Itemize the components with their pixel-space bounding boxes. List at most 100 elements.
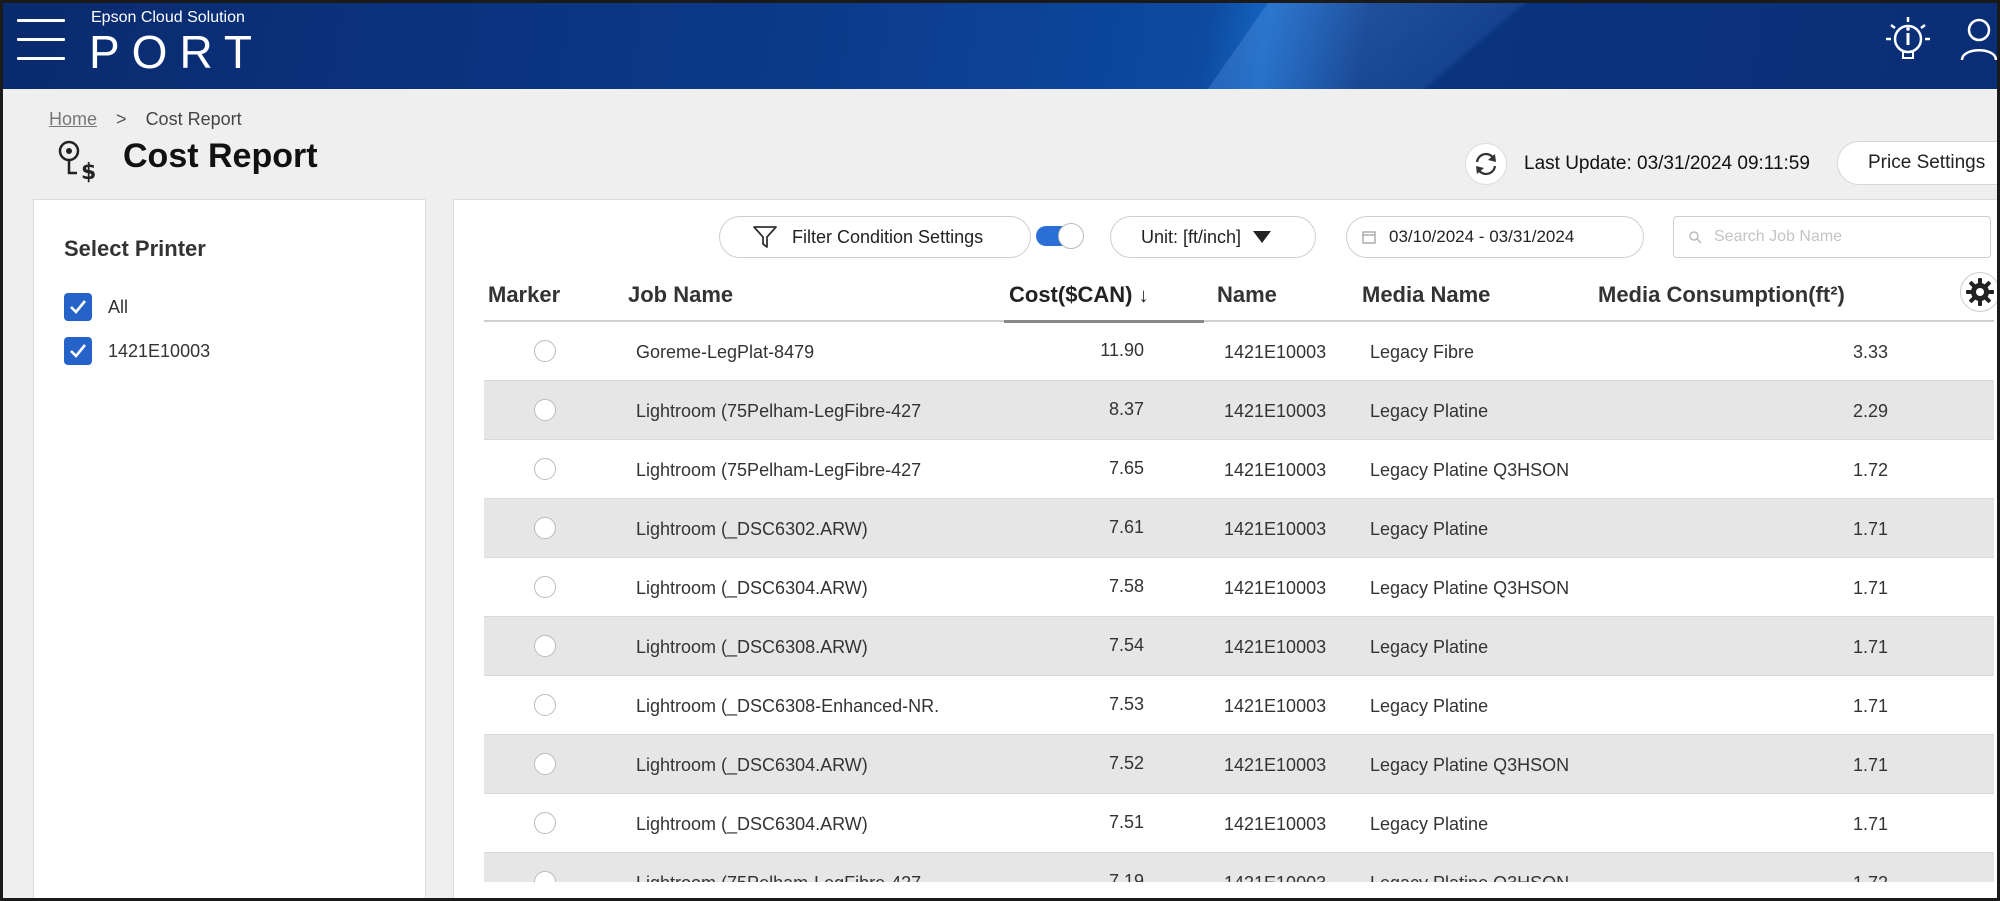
search-icon: [1689, 231, 1702, 244]
checkbox-checked-icon: [64, 293, 92, 321]
cell-media-name: Legacy Platine: [1370, 696, 1489, 716]
cell-cost: 7.52: [1108, 753, 1144, 773]
cell-job-name: Lightroom (_DSC6302.ARW): [636, 519, 868, 539]
cell-job-name: Goreme-LegPlat-8479: [636, 342, 815, 362]
cell-media-name: Legacy Fibre: [1370, 342, 1475, 362]
cell-job-name: Lightroom (_DSC6304.ARW): [636, 814, 868, 834]
cell-media-name: Legacy Platine: [1370, 401, 1489, 421]
user-icon[interactable]: [1959, 17, 1997, 65]
select-printer-panel: Select Printer All 1421E10003: [33, 199, 426, 898]
marker-radio[interactable]: [534, 694, 556, 716]
column-header-media-consumption[interactable]: Media Consumption(ft²): [1598, 282, 1845, 308]
table-row[interactable]: Lightroom (_DSC6308.ARW) 7.54 1421E10003…: [484, 617, 1994, 676]
cell-job-name: Lightroom (_DSC6308.ARW): [636, 637, 868, 657]
filter-condition-settings-button[interactable]: Filter Condition Settings: [719, 216, 1031, 258]
marker-radio[interactable]: [534, 871, 556, 882]
cell-media-consumption: 1.71: [1852, 519, 1888, 539]
sort-arrow-down-icon: ↓: [1138, 285, 1149, 307]
cell-cost: 7.58: [1108, 576, 1144, 596]
app-window: Epson Cloud Solution PORT Home > Cost Re…: [0, 0, 2000, 901]
cell-cost: 7.54: [1108, 635, 1144, 655]
column-header-media-name[interactable]: Media Name: [1362, 282, 1490, 308]
table-row[interactable]: Lightroom (_DSC6304.ARW) 7.52 1421E10003…: [484, 735, 1994, 794]
cell-media-consumption: 1.71: [1852, 814, 1888, 834]
unit-dropdown-label: Unit: [ft/inch]: [1141, 226, 1242, 247]
cell-printer-name: 1421E10003: [1224, 460, 1327, 480]
printer-checkbox-1421E10003[interactable]: 1421E10003: [64, 337, 210, 365]
cell-printer-name: 1421E10003: [1224, 519, 1327, 539]
header-sheen: [1190, 3, 1997, 89]
cell-cost: 7.51: [1108, 812, 1144, 832]
cell-media-name: Legacy Platine: [1370, 519, 1489, 539]
printer-checkbox-all[interactable]: All: [64, 293, 128, 321]
cell-media-consumption: 1.71: [1852, 755, 1888, 775]
lightbulb-info-icon[interactable]: [1883, 15, 1933, 69]
filter-icon: [753, 226, 777, 248]
marker-radio[interactable]: [534, 812, 556, 834]
table-row[interactable]: Lightroom (_DSC6304.ARW) 7.58 1421E10003…: [484, 558, 1994, 617]
search-job-box[interactable]: [1673, 216, 1991, 258]
cell-cost: 7.53: [1108, 694, 1144, 714]
cell-media-consumption: 3.33: [1852, 342, 1888, 362]
table-settings-button[interactable]: [1960, 272, 1997, 312]
marker-radio[interactable]: [534, 517, 556, 539]
filter-button-label: Filter Condition Settings: [792, 226, 984, 247]
cell-job-name: Lightroom (75Pelham-LegFibre-427: [636, 401, 922, 421]
svg-text:$: $: [81, 160, 96, 183]
table-row[interactable]: Lightroom (_DSC6308-Enhanced-NR. 7.53 14…: [484, 676, 1994, 735]
cell-media-name: Legacy Platine Q3HSON: [1370, 873, 1569, 882]
chevron-down-icon: [1253, 231, 1272, 243]
breadcrumb-home-link[interactable]: Home: [49, 109, 97, 129]
top-bar: Epson Cloud Solution PORT: [3, 3, 1997, 89]
brand-logo: PORT: [89, 26, 264, 78]
table-row[interactable]: Goreme-LegPlat-8479 11.90 1421E10003 Leg…: [484, 322, 1994, 381]
column-header-cost[interactable]: Cost($CAN) ↓: [1009, 282, 1149, 308]
cell-printer-name: 1421E10003: [1224, 696, 1327, 716]
cell-printer-name: 1421E10003: [1224, 814, 1327, 834]
breadcrumb: Home > Cost Report: [49, 109, 242, 130]
cell-cost: 7.19: [1108, 871, 1144, 882]
price-settings-button[interactable]: Price Settings: [1837, 141, 1997, 185]
cell-printer-name: 1421E10003: [1224, 873, 1326, 882]
table-header: Marker Job Name Cost($CAN) ↓ Name Media …: [484, 260, 1997, 323]
date-range-text: 03/10/2024 - 03/31/2024: [1389, 227, 1575, 246]
unit-dropdown[interactable]: Unit: [ft/inch]: [1110, 216, 1316, 258]
table-row[interactable]: Lightroom (_DSC6304.ARW) 7.51 1421E10003…: [484, 794, 1994, 853]
column-header-marker[interactable]: Marker: [488, 282, 560, 308]
checkbox-checked-icon: [64, 337, 92, 365]
cell-cost: 11.90: [1100, 340, 1144, 360]
menu-icon[interactable]: [17, 19, 65, 63]
refresh-button[interactable]: [1465, 143, 1507, 185]
table-row[interactable]: Lightroom (75Pelham-LegFibre-427 8.37 14…: [484, 381, 1994, 440]
column-header-name[interactable]: Name: [1217, 282, 1277, 308]
cell-job-name: Lightroom (_DSC6304.ARW): [636, 755, 868, 775]
marker-radio[interactable]: [534, 399, 556, 421]
table-row[interactable]: Lightroom (_DSC6302.ARW) 7.61 1421E10003…: [484, 499, 1994, 558]
page-title: Cost Report: [123, 137, 318, 175]
table-row[interactable]: Lightroom (75Pelham-LegFibre-427 7.65 14…: [484, 440, 1994, 499]
table-row[interactable]: Lightroom (75Pelham-LegFibre-427 7.19 14…: [484, 853, 1994, 882]
refresh-icon: [1475, 152, 1497, 176]
column-header-job-name[interactable]: Job Name: [628, 282, 733, 308]
cost-report-icon: $: [57, 139, 101, 187]
printer-option-label: 1421E10003: [108, 340, 211, 361]
cost-table-panel: Filter Condition Settings Unit: [ft/inch…: [453, 199, 1997, 898]
marker-radio[interactable]: [534, 576, 556, 598]
breadcrumb-separator: >: [116, 109, 127, 129]
cell-job-name: Lightroom (75Pelham-LegFibre-427: [636, 873, 996, 882]
cell-printer-name: 1421E10003: [1224, 401, 1327, 421]
filter-toggle[interactable]: [1036, 223, 1084, 249]
cell-media-name: Legacy Platine Q3HSON: [1370, 460, 1570, 480]
marker-radio[interactable]: [534, 753, 556, 775]
cell-printer-name: 1421E10003: [1224, 342, 1327, 362]
marker-radio[interactable]: [534, 340, 556, 362]
cell-cost: 8.37: [1108, 399, 1144, 419]
cell-printer-name: 1421E10003: [1224, 637, 1327, 657]
marker-radio[interactable]: [534, 458, 556, 480]
cell-printer-name: 1421E10003: [1224, 578, 1327, 598]
date-range-picker[interactable]: 03/10/2024 - 03/31/2024: [1346, 216, 1644, 258]
search-job-input[interactable]: [1714, 228, 1974, 246]
marker-radio[interactable]: [534, 635, 556, 657]
cell-media-name: Legacy Platine: [1370, 814, 1489, 834]
last-update-text: Last Update: 03/31/2024 09:11:59: [1524, 153, 1810, 174]
